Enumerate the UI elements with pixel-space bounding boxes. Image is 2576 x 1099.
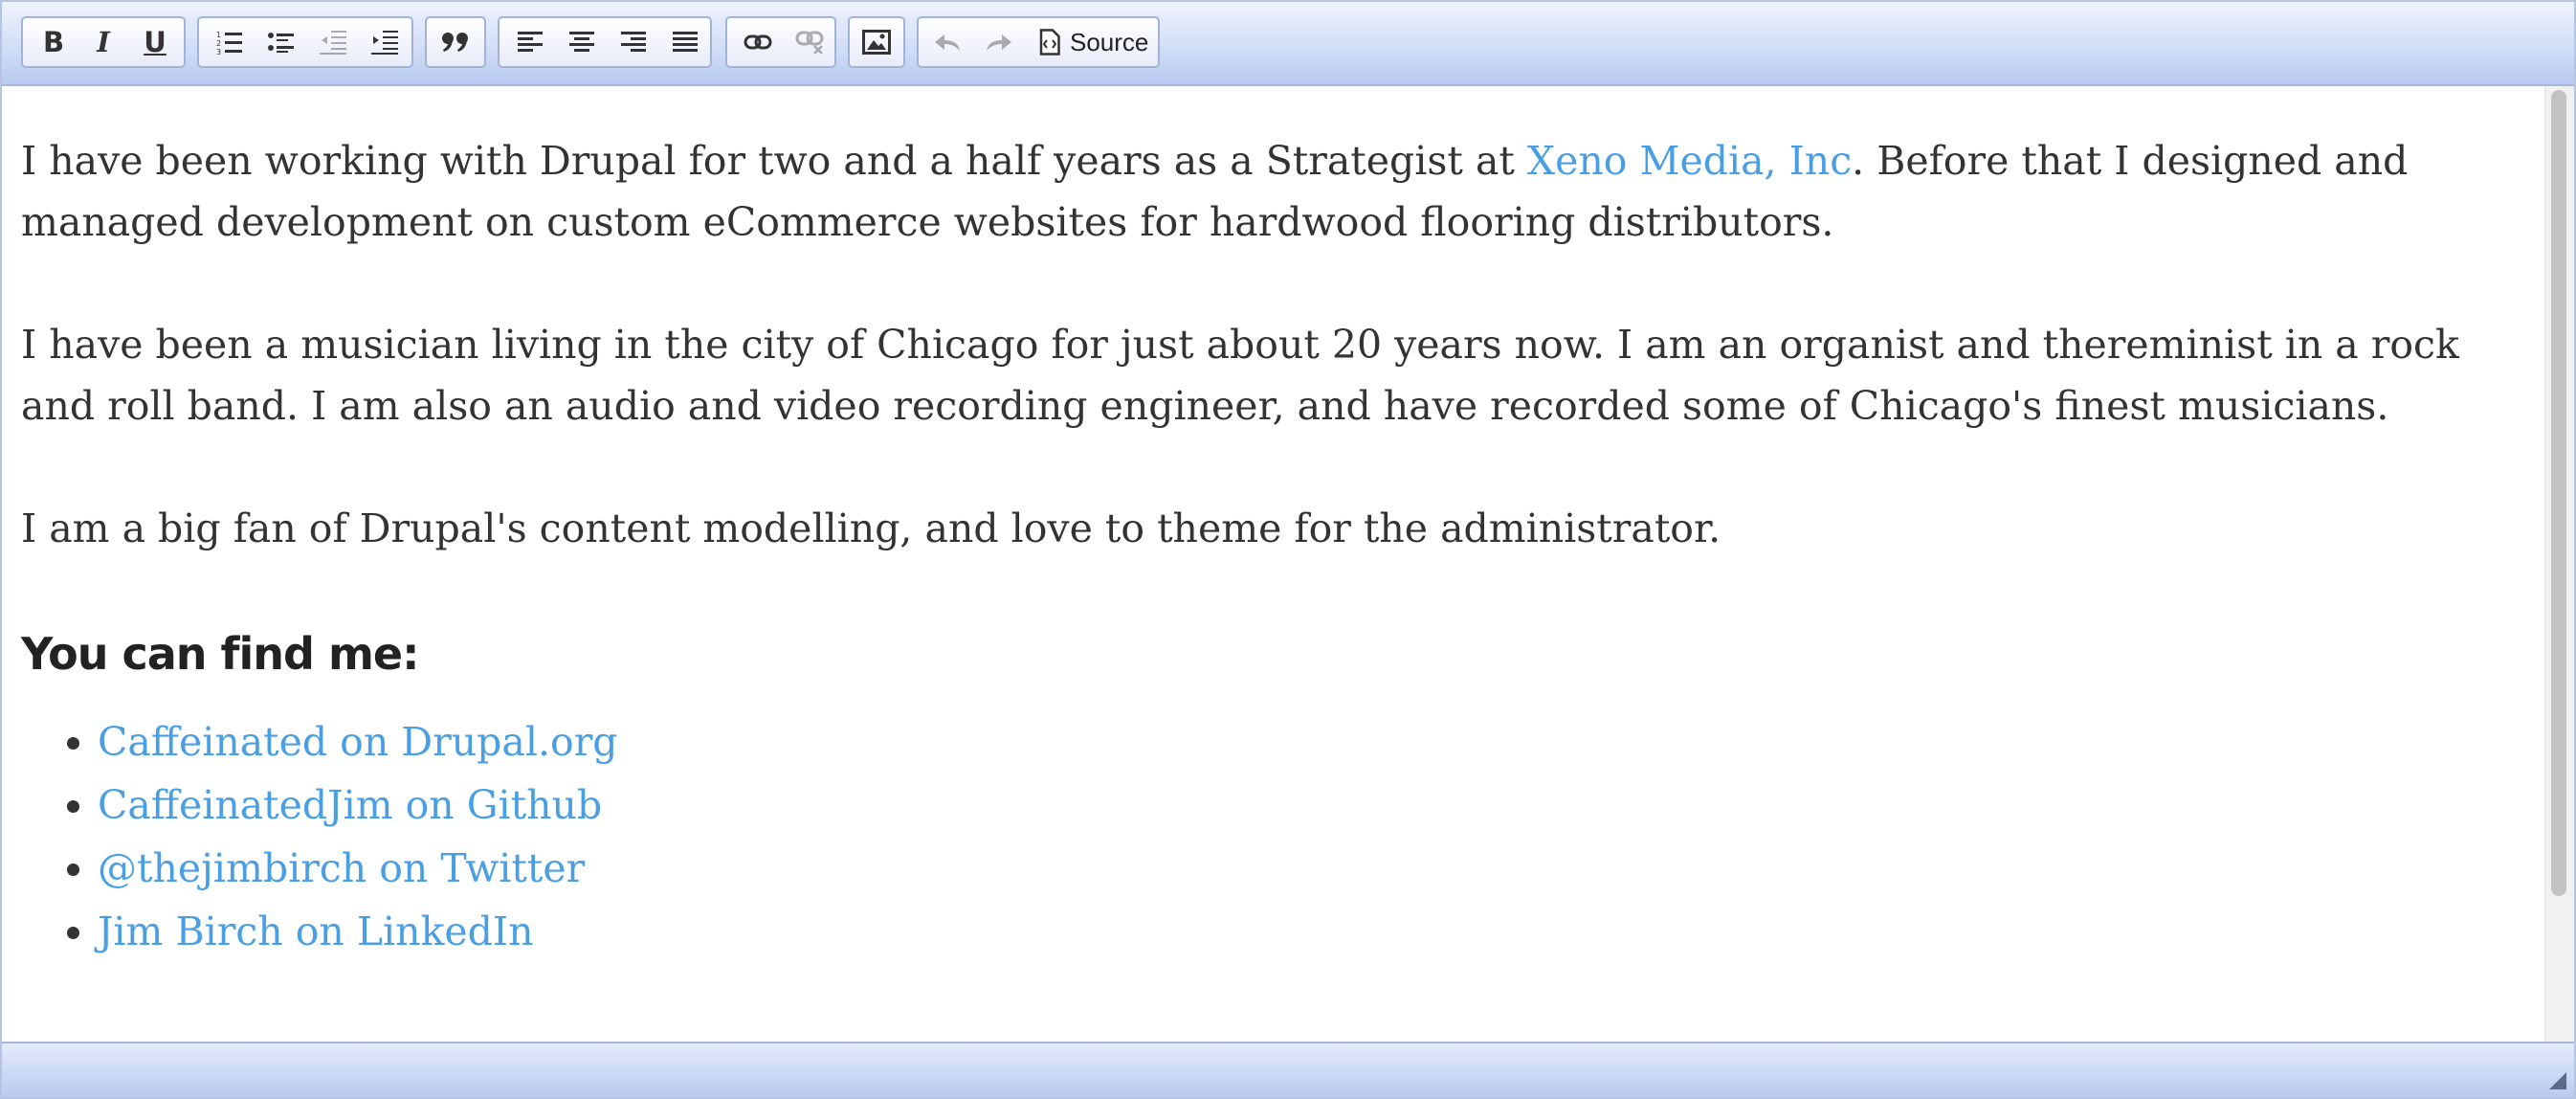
scrollbar-thumb[interactable]: [2551, 90, 2566, 896]
insert-image-button[interactable]: [852, 22, 901, 62]
link-button[interactable]: [733, 22, 783, 62]
paragraph-text: I have been working with Drupal for two …: [21, 138, 1527, 184]
svg-text:3: 3: [216, 48, 221, 55]
numbered-list-button[interactable]: 1 2 3: [205, 22, 255, 62]
github-link[interactable]: CaffeinatedJim on Github: [98, 782, 602, 828]
editor-toolbar: B I U 1 2 3 Source: [2, 2, 2574, 86]
undo-button[interactable]: [922, 22, 972, 62]
align-center-icon: [569, 32, 594, 52]
editor-statusbar: [2, 1042, 2574, 1097]
align-center-button[interactable]: [557, 22, 607, 62]
indent-button[interactable]: [360, 22, 410, 62]
text-style-group: B I U: [21, 16, 186, 68]
align-left-button[interactable]: [505, 22, 555, 62]
vertical-scrollbar[interactable]: [2544, 86, 2574, 1042]
numbered-list-icon: 1 2 3: [216, 31, 242, 55]
blockquote-icon: [442, 33, 468, 52]
svg-text:2: 2: [216, 39, 221, 48]
link-group: [725, 16, 836, 68]
blockquote-group: [425, 16, 486, 68]
outdent-icon: [320, 31, 346, 55]
redo-button[interactable]: [974, 22, 1024, 62]
unlink-button[interactable]: [785, 22, 834, 62]
image-group: [848, 16, 905, 68]
list-item: Jim Birch on LinkedIn: [98, 900, 2524, 963]
blockquote-button[interactable]: [431, 22, 480, 62]
list-item: @thejimbirch on Twitter: [98, 837, 2524, 900]
underline-button[interactable]: U: [130, 22, 180, 62]
underline-icon: U: [144, 25, 167, 58]
list-item: CaffeinatedJim on Github: [98, 774, 2524, 837]
resize-grip-icon[interactable]: [2543, 1066, 2568, 1091]
alignment-group: [498, 16, 712, 68]
list-item: Caffeinated on Drupal.org: [98, 710, 2524, 774]
justify-button[interactable]: [660, 22, 710, 62]
social-links-list: Caffeinated on Drupal.org CaffeinatedJim…: [21, 710, 2524, 963]
find-me-heading: You can find me:: [21, 628, 420, 680]
bulleted-list-icon: [268, 33, 294, 53]
xeno-media-link[interactable]: Xeno Media, Inc: [1527, 138, 1852, 184]
source-label: Source: [1070, 27, 1149, 56]
source-button[interactable]: Source: [1035, 22, 1150, 62]
paragraph-musician: I have been a musician living in the cit…: [21, 322, 2459, 429]
paragraph-drupal-fan: I am a big fan of Drupal's content model…: [21, 505, 1721, 551]
link-icon: [744, 34, 772, 50]
history-source-group: Source: [917, 16, 1160, 68]
rich-text-editor: B I U 1 2 3 Source I have been working w…: [0, 0, 2576, 1099]
linkedin-link[interactable]: Jim Birch on LinkedIn: [98, 908, 534, 954]
align-right-icon: [621, 32, 646, 52]
italic-icon: I: [97, 25, 110, 58]
svg-text:1: 1: [216, 31, 221, 39]
bold-icon: B: [42, 25, 65, 58]
editor-content-area[interactable]: I have been working with Drupal for two …: [2, 86, 2543, 1040]
unlink-icon: [795, 31, 824, 54]
undo-icon: [935, 34, 960, 51]
redo-icon: [987, 34, 1011, 51]
drupal-org-link[interactable]: Caffeinated on Drupal.org: [98, 719, 618, 765]
paragraph-intro: I have been working with Drupal for two …: [21, 130, 2524, 253]
indent-icon: [371, 31, 398, 55]
justify-icon: [673, 32, 698, 52]
list-group: 1 2 3: [197, 16, 413, 68]
twitter-link[interactable]: @thejimbirch on Twitter: [98, 845, 585, 891]
italic-button[interactable]: I: [78, 22, 128, 62]
align-left-icon: [518, 32, 543, 52]
bold-button[interactable]: B: [29, 22, 78, 62]
align-right-button[interactable]: [609, 22, 658, 62]
source-icon: [1039, 29, 1060, 56]
outdent-button[interactable]: [308, 22, 358, 62]
bulleted-list-button[interactable]: [256, 22, 306, 62]
image-icon: [862, 30, 891, 55]
